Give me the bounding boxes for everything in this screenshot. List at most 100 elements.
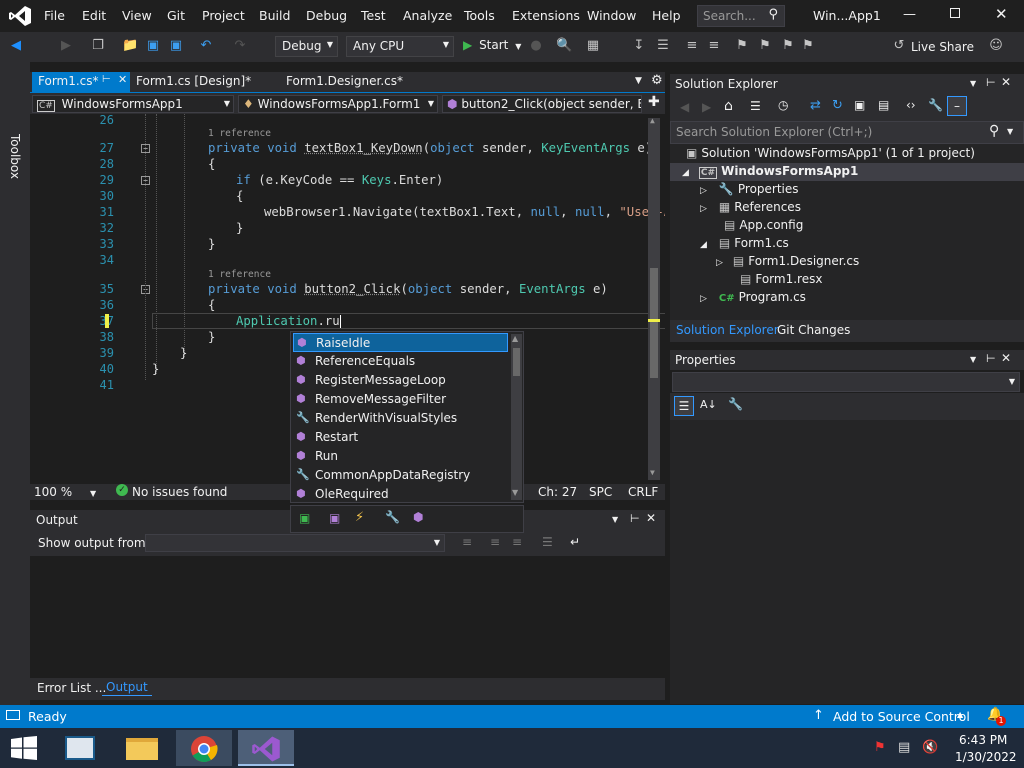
output-text-area[interactable] (30, 556, 665, 678)
back-icon[interactable]: ◀ (680, 100, 689, 114)
completion-item[interactable]: ⬢ RaiseIdle (293, 333, 508, 352)
save-all-icon[interactable]: ▣ (168, 38, 184, 54)
home-icon[interactable]: ⌂ (724, 98, 733, 114)
column-indicator[interactable]: Ch: 27 (538, 485, 577, 499)
feedback-icon[interactable]: ☺ (988, 38, 1004, 54)
close-icon[interactable]: ✕ (1001, 351, 1011, 365)
bookmark-next-icon[interactable]: ⚑ (780, 38, 796, 54)
panel-menu-chevron-icon[interactable]: ▼ (970, 79, 976, 88)
forward-icon[interactable]: ▶ (702, 100, 711, 114)
undo-icon[interactable]: ↶ (198, 38, 214, 54)
completion-item[interactable]: ⬢ Run (293, 447, 508, 466)
expand-filter-icon[interactable]: ▣ (299, 511, 310, 525)
menu-extensions[interactable]: Extensions (512, 8, 580, 23)
pending-changes-icon[interactable]: ◷ (778, 98, 788, 112)
menu-test[interactable]: Test (361, 8, 386, 23)
tree-solution-node[interactable]: ▣ Solution 'WindowsFormsApp1' (1 of 1 pro… (686, 146, 975, 160)
platform-dropdown[interactable]: Any CPU ▼ (346, 36, 454, 57)
maximize-icon[interactable] (950, 8, 960, 18)
menu-debug[interactable]: Debug (306, 8, 347, 23)
tab-form1-designer[interactable]: Form1.Designer.cs* (280, 72, 410, 92)
panel-menu-chevron-icon[interactable]: ▼ (612, 515, 618, 524)
scroll-down-icon[interactable]: ▼ (650, 468, 655, 477)
issues-status[interactable]: No issues found (132, 485, 227, 499)
back-icon[interactable]: ◀ (8, 38, 24, 54)
completion-item[interactable]: ⬢ Restart (293, 428, 508, 447)
visual-studio-logo-icon[interactable] (8, 5, 32, 27)
categorized-icon[interactable]: ☰ (674, 396, 694, 416)
method-filter-icon[interactable]: ⬢ (413, 510, 423, 524)
windows-start-icon[interactable] (11, 736, 37, 760)
menu-edit[interactable]: Edit (82, 8, 106, 23)
volume-muted-icon[interactable]: 🔇 (922, 740, 938, 755)
collapse-all-icon[interactable]: ▣ (854, 98, 865, 112)
tab-form1-design[interactable]: Form1.cs [Design]* (130, 72, 270, 92)
save-icon[interactable]: ▣ (145, 38, 161, 54)
completion-item[interactable]: ⬢ RegisterMessageLoop (293, 371, 508, 390)
scrollbar-thumb[interactable] (513, 348, 520, 376)
completion-item[interactable]: ⬢ ReferenceEquals (293, 352, 508, 371)
forward-icon[interactable]: ▶ (58, 38, 74, 54)
search-icon[interactable]: ⚲ (989, 123, 999, 139)
live-share-label[interactable]: Live Share (911, 40, 974, 54)
live-share-icon[interactable]: ↺ (891, 38, 907, 54)
taskbar-file-explorer[interactable] (114, 730, 170, 766)
close-icon[interactable]: ✕ (118, 73, 127, 86)
refresh-icon[interactable]: ↻ (832, 98, 843, 113)
menu-tools[interactable]: Tools (464, 8, 495, 23)
switch-views-icon[interactable]: ☰ (750, 99, 761, 113)
taskbar-chrome[interactable] (176, 730, 232, 766)
completion-item[interactable]: 🔧 CommonAppDataRegistry (293, 466, 508, 485)
class-nav-dropdown[interactable]: ♦ WindowsFormsApp1.Form1 ▼ (238, 95, 438, 113)
alphabetical-icon[interactable]: A↓ (700, 398, 717, 411)
new-project-icon[interactable]: ❐ (90, 38, 106, 54)
menu-file[interactable]: File (44, 8, 65, 23)
scroll-down-icon[interactable]: ▼ (512, 488, 518, 497)
codelens-references[interactable]: 1 reference (208, 128, 271, 139)
project-nav-dropdown[interactable]: C# WindowsFormsApp1 ▼ (32, 95, 234, 113)
property-pages-icon[interactable]: 🔧 (728, 397, 743, 411)
event-filter-icon[interactable]: ⚡ (355, 510, 364, 525)
word-wrap-icon[interactable]: ↵ (570, 535, 580, 549)
network-flag-icon[interactable]: ⚑ (874, 740, 886, 755)
align-icon[interactable]: ☰ (655, 38, 671, 54)
pin-icon[interactable]: ⊢ (630, 512, 640, 525)
comment-icon[interactable]: ≡ (684, 38, 700, 54)
tab-solution-explorer[interactable]: Solution Explorer (676, 323, 779, 337)
bookmark-clear-icon[interactable]: ⚑ (800, 38, 816, 54)
completion-item[interactable]: 🔧 RenderWithVisualStyles (293, 409, 508, 428)
tab-git-changes[interactable]: Git Changes (777, 323, 850, 337)
browser-link-icon[interactable]: ▦ (585, 38, 601, 54)
completion-scrollbar[interactable]: ▲ ▼ (511, 334, 522, 500)
tree-node-form1-cs[interactable]: ◢ ▤ Form1.cs (700, 236, 789, 250)
whitespace-indicator[interactable]: SPC (589, 485, 612, 499)
uncomment-icon[interactable]: ≡ (706, 38, 722, 54)
property-filter-icon[interactable]: 🔧 (385, 510, 400, 524)
minimize-icon[interactable]: — (903, 7, 916, 22)
start-button[interactable]: ▶ Start ▼ (463, 38, 523, 56)
taskbar-visual-studio[interactable] (238, 730, 294, 766)
tab-list-chevron-icon[interactable]: ▼ (635, 76, 642, 86)
pin-icon[interactable]: ⊢ (986, 76, 996, 89)
configuration-dropdown[interactable]: Debug ▼ (275, 36, 338, 57)
tab-output[interactable]: Output (102, 680, 152, 696)
gear-icon[interactable]: ⚙ (651, 73, 663, 88)
tree-project-node[interactable]: ◢ C# WindowsFormsApp1 (682, 164, 858, 179)
clock-date[interactable]: 1/30/2022 (955, 750, 1017, 764)
menu-analyze[interactable]: Analyze (403, 8, 452, 23)
properties-object-dropdown[interactable]: ▼ (672, 372, 1020, 392)
close-window-icon[interactable]: ✕ (995, 5, 1008, 23)
show-all-files-icon[interactable]: ▤ (878, 98, 889, 112)
zoom-dropdown[interactable]: 100 % ▼ (34, 485, 96, 499)
scroll-up-icon[interactable]: ▲ (650, 116, 655, 125)
tree-node-form1-designer[interactable]: ▷ ▤ Form1.Designer.cs (716, 254, 859, 268)
close-icon[interactable]: ✕ (1001, 75, 1011, 89)
tree-node-form1-resx[interactable]: ▤ Form1.resx (740, 272, 822, 286)
toolbox-tab[interactable]: Toolbox (8, 134, 22, 179)
codelens-references[interactable]: 1 reference (208, 269, 271, 280)
completion-item[interactable]: ⬢ OleRequired (293, 485, 508, 504)
tab-error-list[interactable]: Error List ... (37, 681, 106, 695)
step-icon[interactable]: ↧ (631, 38, 647, 54)
menu-project[interactable]: Project (202, 8, 245, 23)
scroll-up-icon[interactable]: ▲ (512, 334, 518, 343)
